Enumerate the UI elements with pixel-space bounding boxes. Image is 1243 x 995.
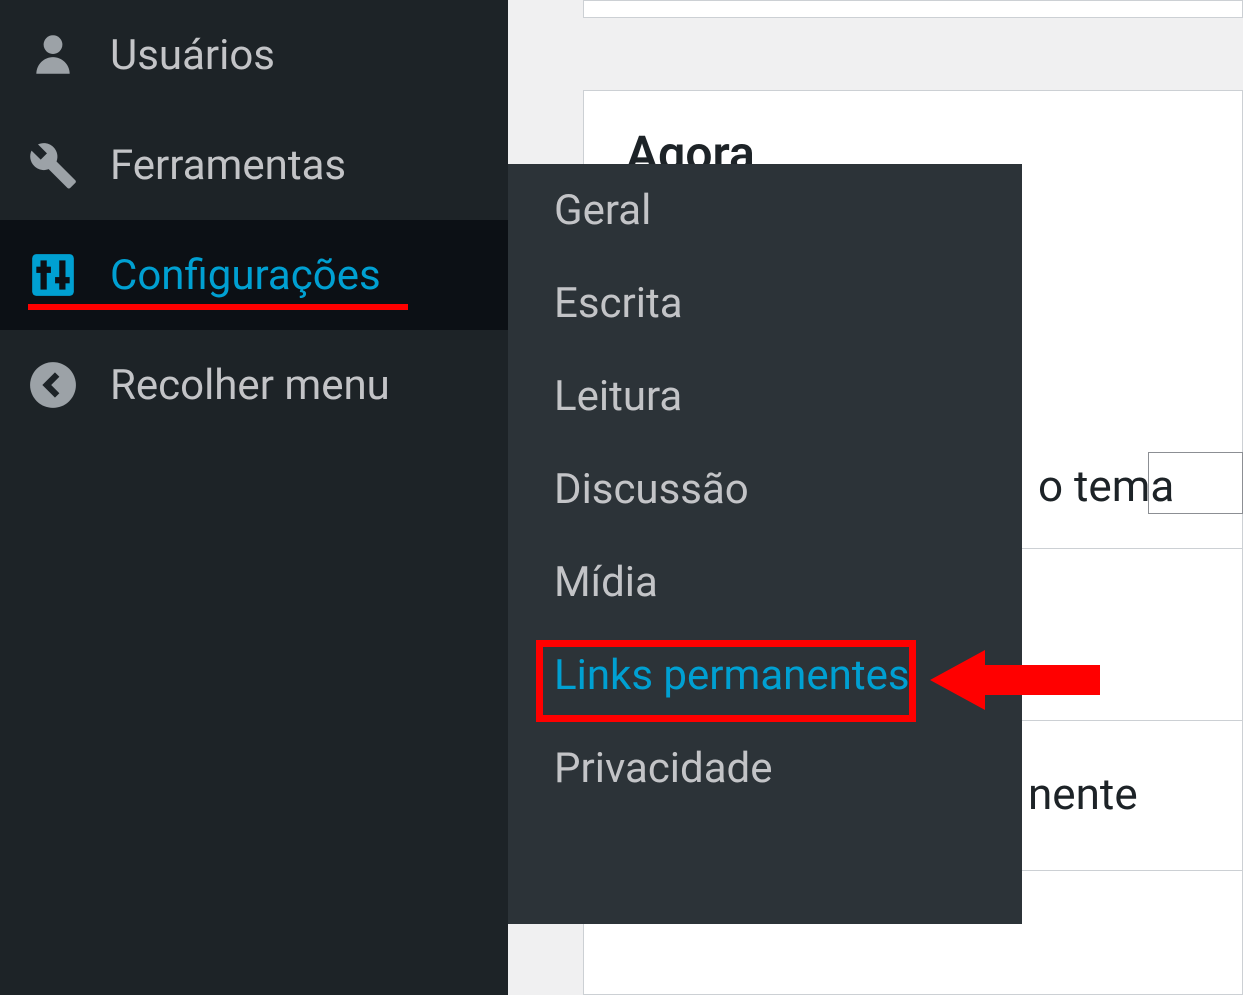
sidebar-item-label: Configurações [110, 251, 381, 300]
submenu-item-label: Leitura [554, 372, 682, 421]
submenu-item-permalinks[interactable]: Links permanentes [508, 629, 1022, 722]
submenu-item-writing[interactable]: Escrita [508, 257, 1022, 350]
submenu-item-reading[interactable]: Leitura [508, 350, 1022, 443]
sidebar-item-tools[interactable]: Ferramentas [0, 110, 508, 220]
submenu-item-label: Mídia [554, 558, 658, 607]
submenu-item-label: Geral [554, 186, 651, 235]
content-panel-top [583, 0, 1243, 18]
partial-text: nente [1028, 768, 1138, 820]
submenu-item-media[interactable]: Mídia [508, 536, 1022, 629]
sidebar-item-users[interactable]: Usuários [0, 0, 508, 110]
sidebar-item-label: Ferramentas [110, 141, 346, 190]
submenu-item-privacy[interactable]: Privacidade [508, 722, 1022, 815]
collapse-icon [28, 360, 78, 410]
sidebar-item-collapse[interactable]: Recolher menu [0, 330, 508, 440]
sidebar-item-label: Recolher menu [110, 361, 390, 410]
submenu-item-discussion[interactable]: Discussão [508, 443, 1022, 536]
submenu-item-label: Discussão [554, 465, 749, 514]
settings-submenu: Geral Escrita Leitura Discussão Mídia Li… [508, 164, 1022, 924]
annotation-underline [28, 304, 408, 310]
users-icon [28, 30, 78, 80]
submenu-item-label: Privacidade [554, 744, 773, 793]
sidebar-item-settings[interactable]: Configurações [0, 220, 508, 330]
sidebar-item-label: Usuários [110, 31, 275, 80]
admin-sidebar: Usuários Ferramentas Configurações [0, 0, 508, 995]
submenu-item-label: Escrita [554, 279, 683, 328]
partial-text: o tema [1038, 460, 1174, 512]
submenu-item-general[interactable]: Geral [508, 164, 1022, 257]
submenu-item-label: Links permanentes [554, 651, 910, 700]
wrench-icon [28, 140, 78, 190]
sliders-icon [28, 250, 78, 300]
